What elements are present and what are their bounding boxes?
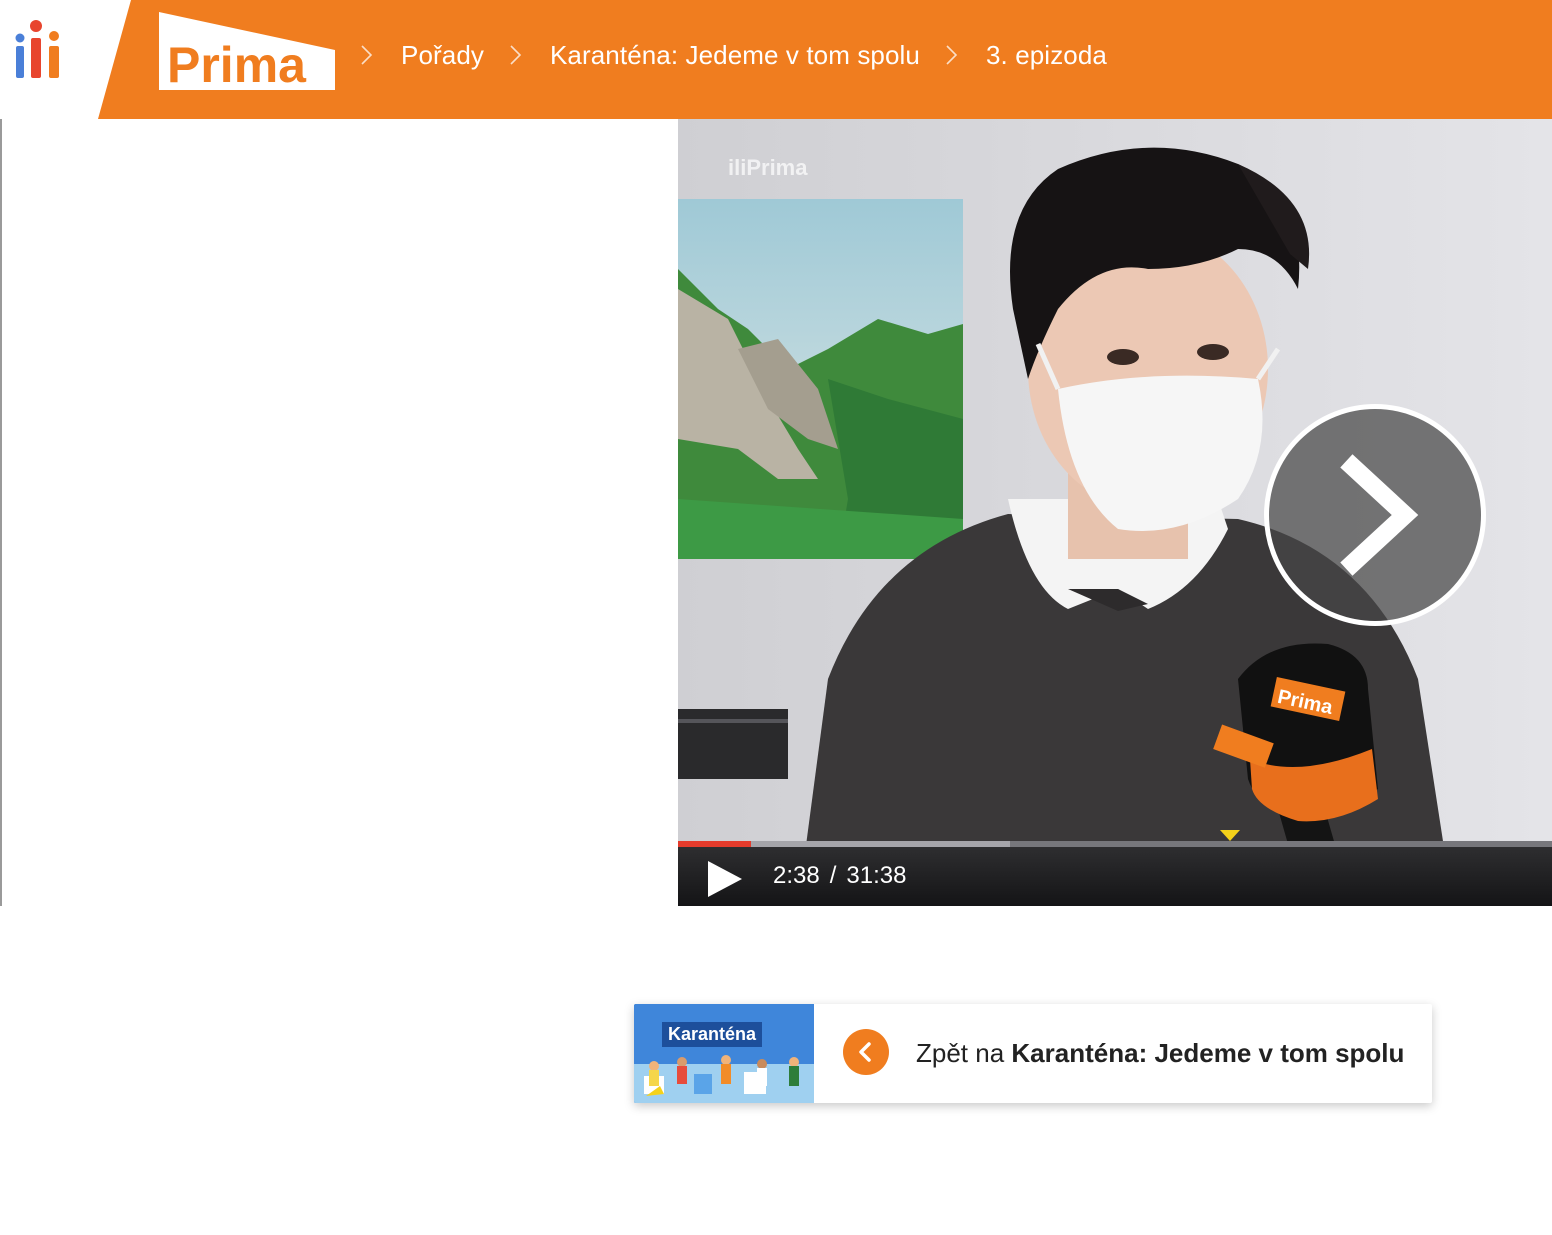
video-player[interactable]: Prima iliPrima 2:38/31:38 [678, 119, 1552, 906]
prima-logo[interactable]: Prima [157, 10, 337, 92]
breadcrumb: Pořady Karanténa: Jedeme v tom spolu 3. … [355, 30, 1127, 80]
thumbnail-title: Karanténa [662, 1022, 763, 1047]
iprima-logo[interactable] [14, 18, 66, 80]
back-prefix: Zpět na [916, 1038, 1005, 1068]
back-to-show-card[interactable]: Karanténa Zpět na Karanténa: Jedeme v to… [634, 1004, 1432, 1103]
back-button[interactable] [843, 1029, 889, 1075]
control-bar: 2:38 / 31:38 [678, 847, 1552, 906]
play-icon[interactable] [704, 859, 744, 899]
chevron-right-icon [361, 45, 373, 65]
breadcrumb-poradyd[interactable]: Pořady [401, 40, 484, 71]
time-display: 2:38 / 31:38 [773, 862, 906, 890]
section-heading-cut-off [554, 1172, 571, 1232]
breadcrumb-show[interactable]: Karanténa: Jedeme v tom spolu [550, 40, 920, 71]
chevron-left-icon [859, 1042, 871, 1062]
svg-text:Prima: Prima [167, 37, 307, 92]
next-episode-button[interactable] [1264, 404, 1486, 626]
site-header: Prima Pořady Karanténa: Jedeme v tom spo… [0, 0, 1552, 119]
channel-watermark: iliPrima [728, 155, 808, 180]
back-link-text[interactable]: Zpět na Karanténa: Jedeme v tom spolu [916, 1038, 1404, 1069]
breadcrumb-episode[interactable]: 3. epizoda [986, 40, 1107, 71]
thumbnail-illustration [634, 1004, 814, 1103]
left-border [0, 119, 2, 906]
chevron-right-icon [946, 45, 958, 65]
current-time: 2:38 [773, 862, 820, 889]
painting [678, 199, 963, 559]
show-thumbnail: Karanténa [634, 1004, 814, 1103]
chevron-right-icon [1340, 454, 1419, 576]
back-show-name: Karanténa: Jedeme v tom spolu [1011, 1038, 1405, 1068]
chapter-marker[interactable] [1220, 830, 1241, 841]
time-separator: / [829, 862, 837, 889]
chevron-right-icon [510, 45, 522, 65]
duration: 31:38 [846, 862, 907, 889]
